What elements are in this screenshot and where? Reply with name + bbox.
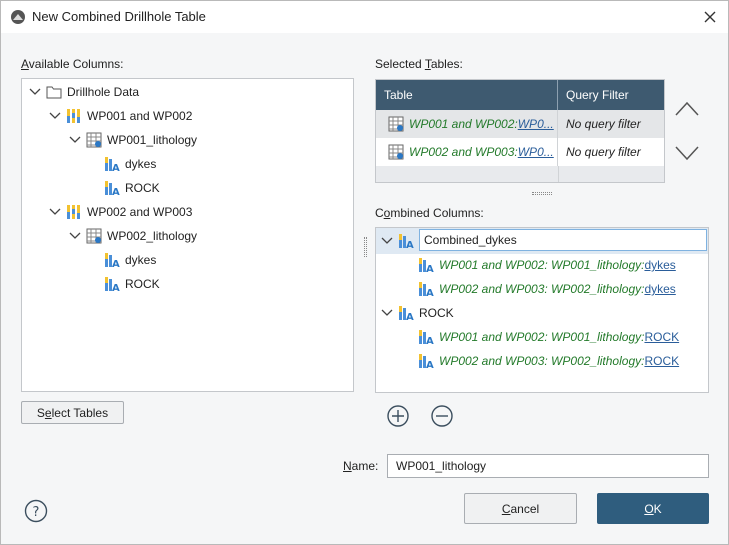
ok-button[interactable]: OK xyxy=(597,493,709,524)
chevron-down-icon[interactable] xyxy=(68,229,82,243)
category-column-icon xyxy=(104,276,120,292)
category-column-icon xyxy=(104,180,120,196)
chevron-down-icon[interactable] xyxy=(68,133,82,147)
column-divider xyxy=(558,166,559,182)
tree-node-column[interactable]: dykes xyxy=(104,248,156,272)
source-column-link[interactable]: ROCK xyxy=(644,354,679,368)
chevron-up-icon[interactable] xyxy=(673,97,701,121)
table-icon xyxy=(388,144,404,160)
table-header: Table Query Filter xyxy=(376,80,664,110)
category-column-icon xyxy=(418,281,434,297)
combined-columns-label: Combined Columns: xyxy=(375,206,484,220)
combined-node-rock[interactable]: ROCK xyxy=(380,301,454,325)
combined-child-item[interactable]: WP001 and WP002: WP001_lithology: ROCK xyxy=(418,325,679,349)
table-icon xyxy=(86,228,102,244)
query-filter-cell[interactable]: No query filter xyxy=(558,110,664,138)
cancel-button[interactable]: Cancel xyxy=(464,493,577,524)
table-name: WP002 and WP003: xyxy=(409,145,518,159)
source-path: WP002 and WP003: WP002_lithology: xyxy=(439,282,645,296)
table-icon xyxy=(86,132,102,148)
tree-node-label: WP002_lithology xyxy=(107,229,198,243)
chevron-down-icon[interactable] xyxy=(380,306,394,320)
tree-node-group-1[interactable]: WP001 and WP002 xyxy=(48,104,192,128)
table-row[interactable]: WP001 and WP002: WP0... No query filter xyxy=(376,110,664,138)
tree-node-table-2[interactable]: WP002_lithology xyxy=(68,224,197,248)
select-tables-button[interactable]: Se lect Tables xyxy=(21,401,124,424)
source-column-link[interactable]: dykes xyxy=(644,282,675,296)
source-path: WP001 and WP002: WP001_lithology: xyxy=(439,258,645,272)
table-cell-table: WP002 and WP003: WP0... xyxy=(376,138,558,166)
folder-icon xyxy=(46,84,62,100)
chevron-down-icon[interactable] xyxy=(28,85,42,99)
tree-node-label: dykes xyxy=(125,253,157,267)
column-header-table[interactable]: Table xyxy=(376,80,558,110)
category-column-icon xyxy=(104,252,120,268)
name-input[interactable] xyxy=(387,454,709,478)
tree-node-label: WP001_lithology xyxy=(107,133,198,147)
combined-columns-tree[interactable]: WP001 and WP002: WP001_lithology: dykes … xyxy=(375,227,709,393)
tree-node-label: WP002 and WP003 xyxy=(87,205,193,219)
table-cell-table: WP001 and WP002: WP0... xyxy=(376,110,558,138)
available-columns-label: Available Columns: xyxy=(21,57,124,71)
category-column-icon xyxy=(398,233,414,249)
category-column-icon xyxy=(104,156,120,172)
combined-column-name-editor[interactable]: Combined_dykes xyxy=(419,229,707,251)
tree-node-group-2[interactable]: WP002 and WP003 xyxy=(48,200,192,224)
horizontal-splitter-handle[interactable] xyxy=(532,192,552,195)
selected-tables-label: Selected Tables: xyxy=(375,57,463,71)
source-path: WP001 and WP002: WP001_lithology: xyxy=(439,330,645,344)
tree-node-table-1[interactable]: WP001_lithology xyxy=(68,128,197,152)
app-icon xyxy=(11,10,25,24)
query-filter-cell[interactable]: No query filter xyxy=(558,138,664,166)
drillhole-icon xyxy=(66,204,82,220)
table-row[interactable]: WP002 and WP003: WP0... No query filter xyxy=(376,138,664,166)
combined-child-item[interactable]: WP002 and WP003: WP002_lithology: ROCK xyxy=(418,349,679,373)
drillhole-icon xyxy=(66,108,82,124)
tree-node-column[interactable]: dykes xyxy=(104,152,156,176)
combined-child-item[interactable]: WP001 and WP002: WP001_lithology: dykes xyxy=(418,253,676,277)
close-icon[interactable] xyxy=(700,7,720,27)
column-header-query-filter[interactable]: Query Filter xyxy=(558,80,664,110)
source-column-link[interactable]: ROCK xyxy=(644,330,679,344)
category-column-icon xyxy=(418,353,434,369)
vertical-splitter-handle[interactable] xyxy=(364,237,367,257)
table-link[interactable]: WP0... xyxy=(518,145,554,159)
remove-icon[interactable] xyxy=(430,404,454,428)
source-path: WP002 and WP003: WP002_lithology: xyxy=(439,354,645,368)
table-link[interactable]: WP0... xyxy=(518,117,554,131)
chevron-down-icon[interactable] xyxy=(673,141,701,165)
name-label: Name: xyxy=(343,459,379,473)
new-combined-drillhole-table-dialog: New Combined Drillhole Table Available C… xyxy=(0,0,729,545)
title-bar: New Combined Drillhole Table xyxy=(1,1,728,33)
available-columns-tree[interactable]: Drillhole Data WP001 and WP002 WP001_lit… xyxy=(21,78,354,392)
help-icon[interactable]: ? xyxy=(24,499,48,523)
tree-node-label: Drillhole Data xyxy=(67,85,140,99)
category-column-icon xyxy=(418,257,434,273)
svg-text:?: ? xyxy=(33,505,40,520)
add-icon[interactable] xyxy=(386,404,410,428)
category-column-icon xyxy=(418,329,434,345)
tree-node-column[interactable]: ROCK xyxy=(104,176,160,200)
selected-tables-table[interactable]: Table Query Filter WP001 and WP002: WP0.… xyxy=(375,79,665,183)
chevron-down-icon[interactable] xyxy=(48,109,62,123)
category-column-icon xyxy=(398,305,414,321)
source-column-link[interactable]: dykes xyxy=(644,258,675,272)
tree-node-label: dykes xyxy=(125,157,157,171)
tree-node-label: ROCK xyxy=(125,181,160,195)
table-name: WP001 and WP002: xyxy=(409,117,518,131)
tree-node-column[interactable]: ROCK xyxy=(104,272,160,296)
chevron-down-icon[interactable] xyxy=(380,234,394,248)
table-icon xyxy=(388,116,404,132)
combined-child-item[interactable]: WP002 and WP003: WP002_lithology: dykes xyxy=(418,277,676,301)
tree-node-label: WP001 and WP002 xyxy=(87,109,193,123)
tree-node-label: ROCK xyxy=(125,277,160,291)
chevron-down-icon[interactable] xyxy=(48,205,62,219)
window-title: New Combined Drillhole Table xyxy=(32,9,206,24)
tree-node-drillhole-data[interactable]: Drillhole Data xyxy=(28,80,139,104)
combined-node-label: ROCK xyxy=(419,306,454,320)
combined-node-editing[interactable] xyxy=(380,229,419,253)
